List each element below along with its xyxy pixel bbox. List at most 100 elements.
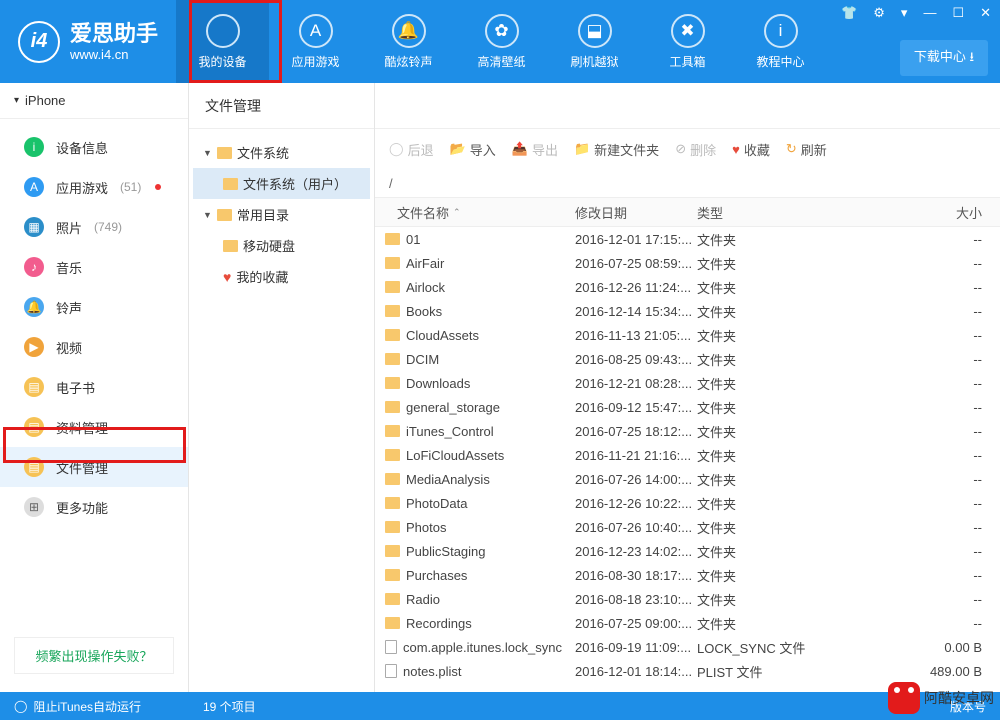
file-row[interactable]: general_storage2016-09-12 15:47:...文件夹-- [375, 395, 1000, 419]
file-row[interactable]: 012016-12-01 17:15:...文件夹-- [375, 227, 1000, 251]
file-type: 文件夹 [697, 470, 867, 489]
sidebar-item-更多功能[interactable]: ⊞更多功能 [0, 487, 188, 527]
sidebar-item-音乐[interactable]: ♪音乐 [0, 247, 188, 287]
itunes-block-toggle[interactable]: ◯阻止iTunes自动运行 [14, 698, 203, 715]
col-header-size[interactable]: 大小 [867, 203, 1000, 222]
file-name: Radio [406, 592, 440, 607]
delete-button: ⊘删除 [675, 140, 716, 159]
file-row[interactable]: Recordings2016-07-25 09:00:...文件夹-- [375, 611, 1000, 635]
nav-apple[interactable]: 我的设备 [176, 0, 269, 83]
file-date: 2016-12-23 14:02:... [575, 544, 697, 559]
file-row[interactable]: Radio2016-08-18 23:10:...文件夹-- [375, 587, 1000, 611]
file-size: -- [867, 232, 1000, 247]
folder-icon [385, 281, 400, 293]
file-size: -- [867, 352, 1000, 367]
export-button: 📤导出 [512, 140, 558, 159]
folder-icon [385, 305, 400, 317]
content-panel: ◯后退 📂导入 📤导出 📁新建文件夹 ⊘删除 ♥收藏 ↻刷新 / 文件名称⌃ 修… [375, 83, 1000, 692]
file-row[interactable]: PublicStaging2016-12-23 14:02:...文件夹-- [375, 539, 1000, 563]
watermark-logo [888, 682, 920, 714]
app-title: 爱思助手 [70, 21, 158, 47]
favorite-button[interactable]: ♥收藏 [732, 140, 770, 159]
tree-label: 常用目录 [237, 205, 289, 224]
folder-icon [385, 353, 400, 365]
badge-dot [155, 184, 161, 190]
file-type: 文件夹 [697, 374, 867, 393]
file-name: AirFair [406, 256, 444, 271]
nav-box[interactable]: ⬓刷机越狱 [548, 0, 641, 83]
file-row[interactable]: AirFair2016-07-25 08:59:...文件夹-- [375, 251, 1000, 275]
folder-icon [223, 240, 238, 252]
tree-common-dirs[interactable]: ▼常用目录 [193, 199, 370, 230]
file-row[interactable]: MediaAnalysis2016-07-26 14:00:...文件夹-- [375, 467, 1000, 491]
nav-apps[interactable]: A应用游戏 [269, 0, 362, 83]
nav-info[interactable]: i教程中心 [734, 0, 827, 83]
import-button[interactable]: 📂导入 [450, 140, 496, 159]
download-center-button[interactable]: 下载中心 ⭳ [900, 40, 988, 76]
minimize-icon[interactable]: — [920, 4, 939, 22]
sidebar-item-设备信息[interactable]: i设备信息 [0, 127, 188, 167]
device-selector[interactable]: ▾ iPhone [0, 83, 188, 119]
toggle-icon: ◯ [14, 699, 27, 713]
tree-mobile-disk[interactable]: 移动硬盘 [193, 230, 370, 261]
info-icon: i [764, 14, 798, 48]
box-icon: ⬓ [578, 14, 612, 48]
nav-label: 工具箱 [670, 53, 706, 70]
nav-flower[interactable]: ✿高清壁纸 [455, 0, 548, 83]
refresh-button[interactable]: ↻刷新 [786, 140, 827, 159]
file-size: -- [867, 400, 1000, 415]
folder-icon [385, 329, 400, 341]
col-header-name[interactable]: 文件名称⌃ [375, 203, 575, 222]
tree-file-system-user[interactable]: 文件系统（用户） [193, 168, 370, 199]
file-type: 文件夹 [697, 446, 867, 465]
gear-icon[interactable]: ⚙ [870, 4, 888, 22]
file-name: MediaAnalysis [406, 472, 490, 487]
file-row[interactable]: Books2016-12-14 15:34:...文件夹-- [375, 299, 1000, 323]
sidebar-item-视频[interactable]: ▶视频 [0, 327, 188, 367]
tree-my-favorites[interactable]: ♥我的收藏 [193, 261, 370, 292]
heart-icon: ♥ [223, 269, 231, 285]
file-row[interactable]: CloudAssets2016-11-13 21:05:...文件夹-- [375, 323, 1000, 347]
col-header-date[interactable]: 修改日期 [575, 203, 697, 222]
sidebar-item-应用游戏[interactable]: A应用游戏 (51) [0, 167, 188, 207]
file-date: 2016-07-25 08:59:... [575, 256, 697, 271]
tree-file-system[interactable]: ▼文件系统 [193, 137, 370, 168]
file-row[interactable]: iTunes_Control2016-07-25 18:12:...文件夹-- [375, 419, 1000, 443]
maximize-icon[interactable]: ☐ [949, 4, 967, 22]
help-link[interactable]: 频繁出现操作失败？ [14, 637, 174, 674]
file-date: 2016-12-14 15:34:... [575, 304, 697, 319]
sidebar-item-资料管理[interactable]: ▤资料管理 [0, 407, 188, 447]
brand-logo: i4 [18, 21, 60, 63]
main-nav: 我的设备A应用游戏🔔酷炫铃声✿高清壁纸⬓刷机越狱✖工具箱i教程中心 [176, 0, 827, 83]
nav-bell[interactable]: 🔔酷炫铃声 [362, 0, 455, 83]
file-row[interactable]: LoFiCloudAssets2016-11-21 21:16:...文件夹-- [375, 443, 1000, 467]
file-icon [385, 640, 397, 654]
sidebar: ▾ iPhone i设备信息 A应用游戏 (51)▦照片 (749)♪音乐 🔔铃… [0, 83, 189, 692]
flower-icon: ✿ [485, 14, 519, 48]
file-row[interactable]: DCIM2016-08-25 09:43:...文件夹-- [375, 347, 1000, 371]
skin-icon[interactable]: 👕 [838, 4, 860, 22]
file-size: 489.00 B [867, 664, 1000, 679]
menu-icon[interactable]: ▾ [898, 4, 911, 22]
file-row[interactable]: Airlock2016-12-26 11:24:...文件夹-- [375, 275, 1000, 299]
file-row[interactable]: Photos2016-07-26 10:40:...文件夹-- [375, 515, 1000, 539]
tab-file-management[interactable]: 文件管理 [189, 83, 374, 129]
path-bar[interactable]: / [375, 169, 1000, 197]
nav-tools[interactable]: ✖工具箱 [641, 0, 734, 83]
file-row[interactable]: Purchases2016-08-30 18:17:...文件夹-- [375, 563, 1000, 587]
file-row[interactable]: com.apple.itunes.lock_sync2016-09-19 11:… [375, 635, 1000, 659]
new-folder-button[interactable]: 📁新建文件夹 [574, 140, 659, 159]
file-row[interactable]: Downloads2016-12-21 08:28:...文件夹-- [375, 371, 1000, 395]
sidebar-item-铃声[interactable]: 🔔铃声 [0, 287, 188, 327]
folder-icon [217, 147, 232, 159]
close-icon[interactable]: ✕ [977, 4, 994, 22]
file-row[interactable]: PhotoData2016-12-26 10:22:...文件夹-- [375, 491, 1000, 515]
sidebar-item-照片[interactable]: ▦照片 (749) [0, 207, 188, 247]
nav-label: 应用游戏 [292, 53, 340, 70]
sidebar-item-电子书[interactable]: ▤电子书 [0, 367, 188, 407]
file-row[interactable]: notes.plist2016-12-01 18:14:...PLIST 文件4… [375, 659, 1000, 683]
col-header-type[interactable]: 类型 [697, 203, 867, 222]
back-button: ◯后退 [389, 140, 434, 159]
sidebar-label: 铃声 [56, 298, 82, 317]
sidebar-item-文件管理[interactable]: ▤文件管理 [0, 447, 188, 487]
